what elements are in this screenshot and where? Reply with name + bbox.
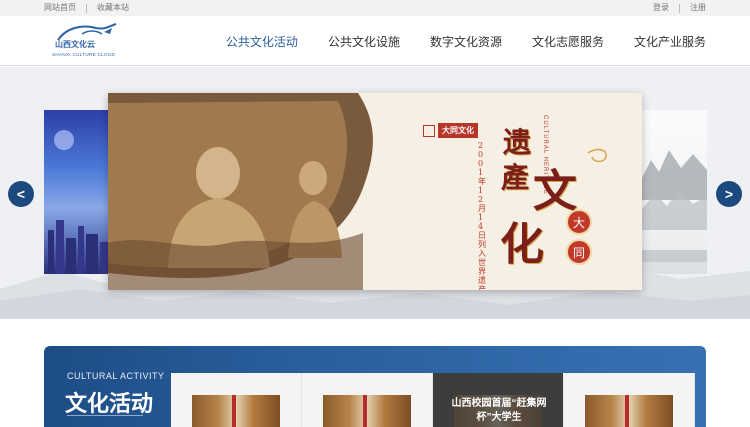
divider xyxy=(679,3,680,13)
section-title: 文化活动 xyxy=(65,391,154,416)
activity-card[interactable] xyxy=(302,373,433,427)
round-seal-2: 同 xyxy=(566,239,592,265)
divider xyxy=(86,3,87,13)
carousel-next-button[interactable]: > xyxy=(716,181,742,207)
activity-thumbnail xyxy=(585,395,673,427)
activity-card[interactable] xyxy=(564,373,695,427)
red-pillar xyxy=(232,395,236,427)
activity-thumbnail xyxy=(323,395,411,427)
main-nav: 公共文化活动 公共文化设施 数字文化资源 文化志愿服务 文化产业服务 xyxy=(196,16,706,66)
carousel-prev-button[interactable]: < xyxy=(8,181,34,207)
nav-item-public-activities[interactable]: 公共文化活动 xyxy=(226,33,298,50)
nav-item-digital-resources[interactable]: 数字文化资源 xyxy=(430,33,502,50)
logo-subtitle: SHANXI CULTURE CLOUD xyxy=(52,52,116,57)
seal-icon xyxy=(423,124,435,137)
activity-card-list: 山西校园首届“赶集网杯”大学生 xyxy=(171,373,695,427)
home-link[interactable]: 网站首页 xyxy=(44,3,76,13)
inscription-date: 2001年12月14日列入世界遗产名录 xyxy=(478,141,486,290)
calligraphy-char-2: 產 xyxy=(501,161,530,194)
nav-item-volunteer-services[interactable]: 文化志愿服务 xyxy=(532,33,604,50)
carousel-slide-next[interactable] xyxy=(641,110,707,274)
activity-card-title: 山西校园首届“赶集网杯”大学生 xyxy=(451,398,547,423)
site-header: 山西文化云 SHANXI CULTURE CLOUD 公共文化活动 公共文化设施… xyxy=(0,16,750,66)
city-skyline-image xyxy=(48,130,108,274)
activity-card[interactable] xyxy=(171,373,302,427)
round-seal-1: 大 xyxy=(566,209,592,235)
register-link[interactable]: 注册 xyxy=(690,3,706,13)
top-links-left: 网站首页 收藏本站 xyxy=(44,3,129,13)
red-pillar xyxy=(625,395,629,427)
top-utility-bar: 网站首页 收藏本站 登录 注册 xyxy=(0,0,750,16)
red-pillar xyxy=(363,395,367,427)
section-divider xyxy=(67,415,143,416)
top-links-right: 登录 注册 xyxy=(653,3,706,13)
logo-name: 山西文化云 xyxy=(55,40,95,49)
carousel-slide-active[interactable]: 大同文化 2001年12月14日列入世界遗产名录 CULTURAL HERITA… xyxy=(108,93,642,290)
bookmark-link[interactable]: 收藏本站 xyxy=(97,3,129,13)
ink-landscape-image xyxy=(641,150,707,274)
activity-thumbnail xyxy=(192,395,280,427)
carousel-slide-previous[interactable] xyxy=(44,110,108,274)
badge-label: 大同文化 xyxy=(438,123,478,138)
section-title-english: CULTURAL ACTIVITY xyxy=(67,371,165,381)
calligraphy-char-4: 化 xyxy=(500,219,544,270)
nav-item-public-facilities[interactable]: 公共文化设施 xyxy=(328,33,400,50)
calligraphy-char-1: 遗 xyxy=(503,126,532,159)
nav-item-industry-services[interactable]: 文化产业服务 xyxy=(634,33,706,50)
heritage-badge: 大同文化 xyxy=(423,123,478,138)
activity-card-hovered[interactable]: 山西校园首届“赶集网杯”大学生 xyxy=(433,373,564,427)
hero-carousel: 大同文化 2001年12月14日列入世界遗产名录 CULTURAL HERITA… xyxy=(0,67,750,319)
login-link[interactable]: 登录 xyxy=(653,3,669,13)
site-logo[interactable]: 山西文化云 SHANXI CULTURE CLOUD xyxy=(52,22,124,62)
